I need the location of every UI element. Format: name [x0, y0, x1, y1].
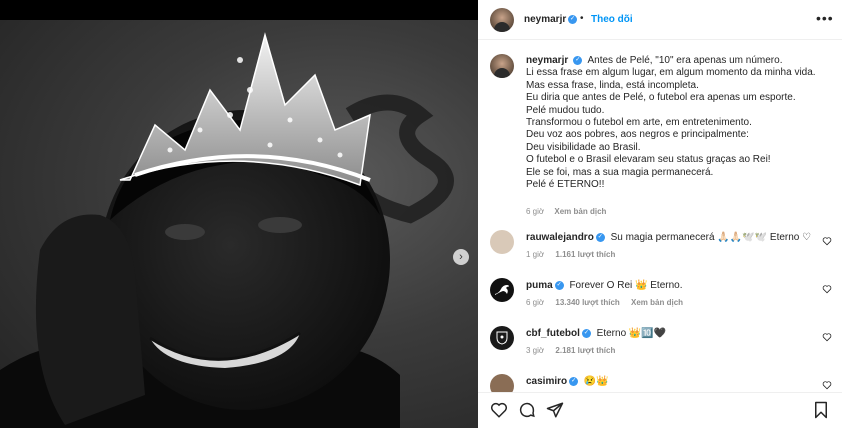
comment-item: puma ✓ Forever O Rei 👑 Eterno. 6 giờ 13.3…	[490, 278, 832, 314]
verified-icon: ✓	[568, 15, 577, 24]
comment-body: casimiro ✓ 😢👑	[526, 376, 816, 388]
comment-username[interactable]: puma	[526, 280, 553, 291]
chevron-right-icon: ›	[459, 250, 463, 263]
heart-icon[interactable]	[822, 332, 832, 342]
verified-icon: ✓	[595, 232, 605, 242]
comment-body: rauwalejandro ✓ Su magia permanecerá 🙏🏻🙏🏻…	[526, 232, 816, 244]
comment-meta: 6 giờ 13.340 lượt thích Xem bản dịch	[526, 298, 692, 307]
comment-time[interactable]: 3 giờ	[526, 346, 544, 355]
caption-line: Pelé é ETERNO!!	[526, 179, 605, 191]
caption-line: O futebol e o Brasil elevaram seu status…	[526, 154, 771, 166]
caption-time[interactable]: 6 giờ	[526, 207, 544, 216]
bookmark-icon[interactable]	[812, 401, 830, 419]
comment-text: Eterno 👑🔟🖤	[596, 328, 667, 339]
share-icon[interactable]	[546, 401, 564, 419]
caption-line: Li essa frase em algum lugar, em algum m…	[526, 67, 816, 79]
comment-body: cbf_futebol ✓ Eterno 👑🔟🖤	[526, 328, 816, 340]
heart-icon[interactable]	[822, 284, 832, 294]
comment-icon[interactable]	[518, 401, 536, 419]
caption-line: Deu visibilidade ao Brasil.	[526, 141, 641, 153]
comment-item: cbf_futebol ✓ Eterno 👑🔟🖤 3 giờ 2.181 lượt…	[490, 326, 832, 362]
avatar[interactable]	[490, 8, 514, 32]
comment-time[interactable]: 1 giờ	[526, 250, 544, 259]
caption-line: Deu voz aos pobres, aos negros e princip…	[526, 129, 749, 141]
comment-username[interactable]: rauwalejandro	[526, 232, 594, 243]
caption-line: Ele se foi, mas a sua magia permanecerá.	[526, 166, 714, 178]
comment-item: rauwalejandro ✓ Su magia permanecerá 🙏🏻🙏🏻…	[490, 230, 832, 266]
comment-text: 😢👑	[583, 376, 609, 387]
translate-button[interactable]: Xem bản dịch	[554, 207, 606, 216]
heart-icon[interactable]	[822, 380, 832, 390]
comment-likes[interactable]: 13.340 lượt thích	[555, 298, 619, 307]
puma-logo-icon	[495, 285, 509, 295]
comment-body: puma ✓ Forever O Rei 👑 Eterno.	[526, 280, 816, 292]
comment-text: Forever O Rei 👑 Eterno.	[569, 280, 683, 291]
avatar[interactable]	[490, 230, 514, 254]
cbf-crest-icon	[496, 331, 508, 345]
verified-icon: ✓	[569, 376, 579, 386]
verified-icon: ✓	[581, 328, 591, 338]
comment-likes[interactable]: 1.161 lượt thích	[555, 250, 615, 259]
comment-meta: 1 giờ 1.161 lượt thích	[526, 250, 624, 259]
translate-button[interactable]: Xem bản dịch	[631, 298, 683, 307]
comment-username[interactable]: cbf_futebol	[526, 328, 580, 339]
comment-meta: 3 giờ 2.181 lượt thích	[526, 346, 624, 355]
comment-time[interactable]: 6 giờ	[526, 298, 544, 307]
caption-line: Eu diria que antes de Pelé, o futebol er…	[526, 92, 796, 104]
next-photo-button[interactable]: ›	[453, 249, 469, 265]
caption-line: Transformou o futebol em arte, em entret…	[526, 117, 752, 129]
comment-text: Su magia permanecerá 🙏🏻🙏🏻🕊️🕊️ Eterno ♡	[610, 232, 812, 243]
post-actions-bar	[478, 392, 842, 428]
follow-button[interactable]: Theo dõi	[591, 14, 633, 25]
post-side-panel: neymarjr ✓ • Theo dõi ••• neymarjr ✓ Ante…	[478, 0, 842, 428]
author-username[interactable]: neymarjr	[524, 14, 566, 25]
separator-dot: •	[580, 13, 584, 24]
heart-icon[interactable]	[490, 401, 508, 419]
more-icon[interactable]: •••	[816, 10, 834, 26]
avatar[interactable]	[490, 278, 514, 302]
pele-crown-photo	[0, 32, 454, 428]
caption-text: neymarjr ✓ Antes de Pelé, "10" era apenas…	[526, 55, 826, 191]
caption-username[interactable]: neymarjr	[526, 55, 568, 66]
comment-likes[interactable]: 2.181 lượt thích	[555, 346, 615, 355]
comment-username[interactable]: casimiro	[526, 376, 567, 387]
caption-meta: 6 giờ Xem bản dịch	[526, 207, 606, 216]
heart-icon[interactable]	[822, 236, 832, 246]
verified-icon: ✓	[554, 280, 564, 290]
caption-line: Mas essa frase, linda, está incompleta.	[526, 79, 699, 91]
caption-line: Pelé mudou tudo.	[526, 104, 605, 116]
photo-top-bar	[0, 0, 478, 20]
post-photo[interactable]: ›	[0, 20, 478, 428]
avatar[interactable]	[490, 326, 514, 350]
post-header: neymarjr ✓ • Theo dõi •••	[478, 0, 842, 40]
avatar[interactable]	[490, 54, 514, 78]
verified-icon: ✓	[573, 55, 583, 65]
caption-line: Antes de Pelé, "10" era apenas um número…	[587, 55, 783, 66]
